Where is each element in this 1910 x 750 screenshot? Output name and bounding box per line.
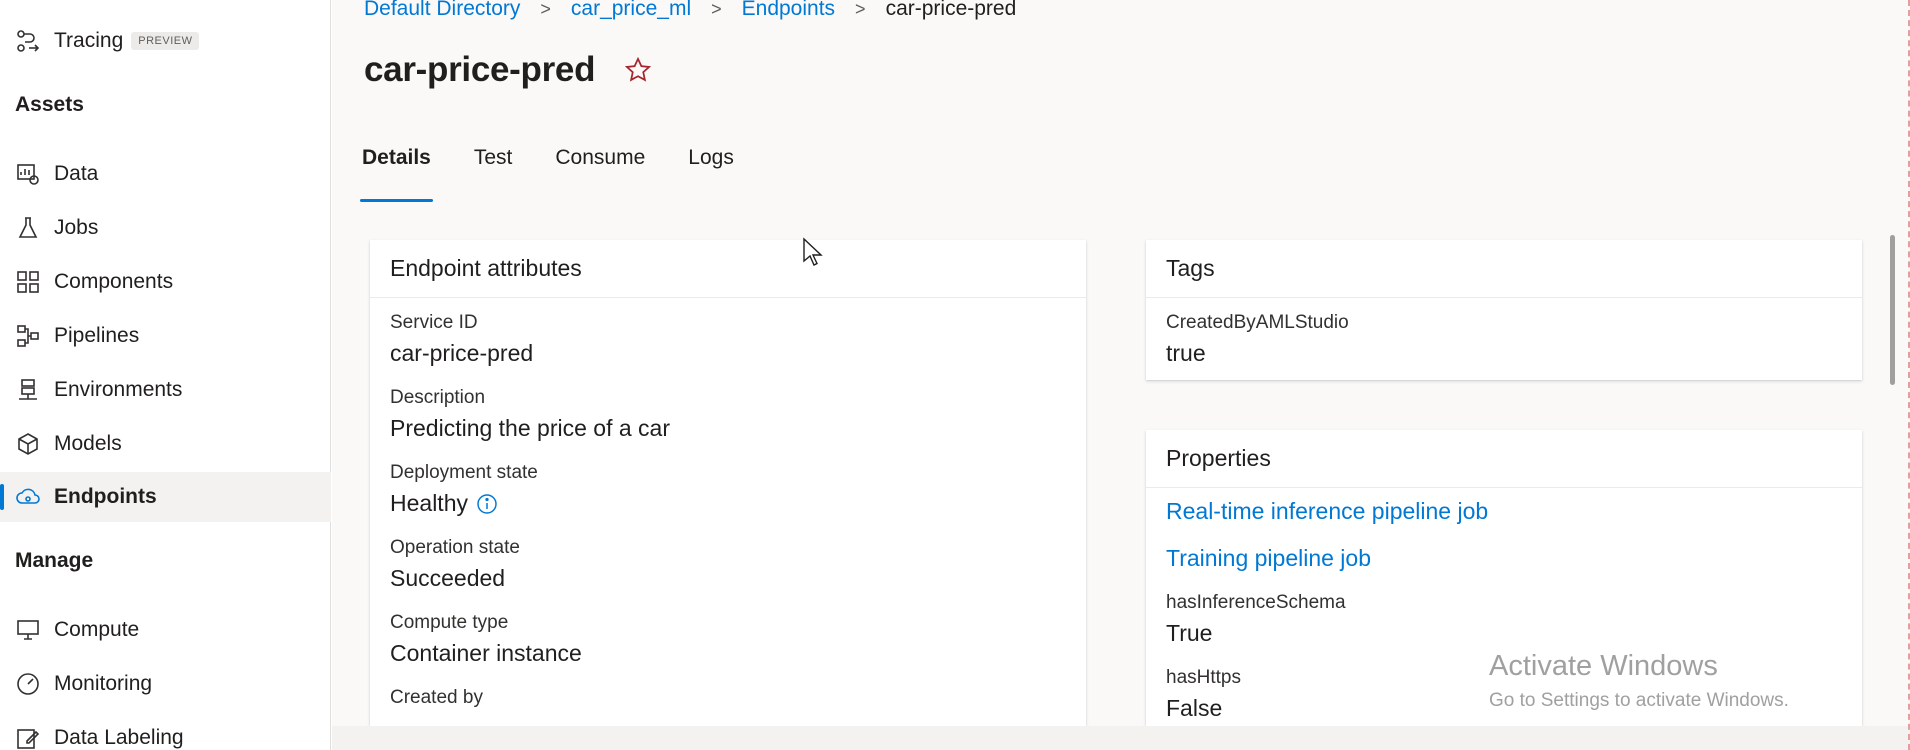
endpoint-attributes-card: Endpoint attributes Service ID car-price… xyxy=(370,240,1086,726)
tag-label: CreatedByAMLStudio xyxy=(1166,312,1349,333)
sidebar-item-environments[interactable]: Environments xyxy=(0,365,331,415)
field-created-by: Created by xyxy=(370,687,1086,709)
sidebar-item-models[interactable]: Models xyxy=(0,419,331,469)
breadcrumb-current: car-price-pred xyxy=(885,0,1017,20)
monitor-icon xyxy=(14,616,42,644)
section-title-assets: Assets xyxy=(15,93,84,116)
deployment-state-value: Healthy xyxy=(390,490,468,516)
cube-icon xyxy=(14,430,42,458)
breadcrumb: Default Directory > car_price_ml > Endpo… xyxy=(364,0,1016,24)
field-label: Compute type xyxy=(390,612,509,633)
page-title: car-price-pred xyxy=(364,50,596,89)
sidebar-item-endpoints[interactable]: Endpoints xyxy=(0,472,331,522)
chevron-right-icon: > xyxy=(540,0,551,19)
chevron-right-icon: > xyxy=(711,0,722,19)
training-pipeline-link[interactable]: Training pipeline job xyxy=(1166,545,1371,571)
flask-icon xyxy=(14,214,42,242)
field-value: Healthy xyxy=(390,490,1086,517)
sidebar-item-label: Models xyxy=(54,432,122,455)
tab-list: Details Test Consume Logs xyxy=(360,140,775,202)
field-label: hasInferenceSchema xyxy=(1166,592,1346,613)
sidebar-item-label: Compute xyxy=(54,618,140,641)
sidebar-item-data[interactable]: Data xyxy=(0,149,331,199)
field-label: Created by xyxy=(390,687,483,708)
tag-item: CreatedByAMLStudio true xyxy=(1146,312,1862,367)
scrollbar-thumb[interactable] xyxy=(1890,235,1895,385)
field-label: Service ID xyxy=(390,312,478,333)
horizontal-scroll-area xyxy=(332,726,1910,750)
field-label: Deployment state xyxy=(390,462,538,483)
data-icon xyxy=(14,160,42,188)
star-icon[interactable] xyxy=(624,56,652,84)
tag-value: true xyxy=(1166,340,1206,366)
card-title: Properties xyxy=(1146,430,1862,488)
tab-test[interactable]: Test xyxy=(472,140,515,190)
gauge-icon xyxy=(14,670,42,698)
sidebar: Tracing PREVIEW Assets Data Jobs Compone… xyxy=(0,0,331,750)
pipelines-icon xyxy=(14,322,42,350)
activate-windows-subtitle: Go to Settings to activate Windows. xyxy=(1489,690,1789,711)
tags-card: Tags CreatedByAMLStudio true xyxy=(1146,240,1862,380)
cloud-endpoint-icon xyxy=(14,483,42,511)
chevron-right-icon: > xyxy=(855,0,866,19)
property-link-row: Real-time inference pipeline job xyxy=(1146,498,1862,525)
field-operation-state: Operation state Succeeded xyxy=(370,537,1086,592)
sidebar-item-tracing[interactable]: Tracing PREVIEW xyxy=(0,16,331,66)
sidebar-item-label: Monitoring xyxy=(54,672,153,695)
preview-badge: PREVIEW xyxy=(131,32,200,50)
activate-windows-title: Activate Windows xyxy=(1489,650,1718,682)
sidebar-item-data-labeling[interactable]: Data Labeling xyxy=(0,713,331,750)
sidebar-item-pipelines[interactable]: Pipelines xyxy=(0,311,331,361)
mouse-cursor-icon xyxy=(802,237,824,267)
tab-logs[interactable]: Logs xyxy=(686,140,736,190)
sidebar-item-monitoring[interactable]: Monitoring xyxy=(0,659,331,709)
sidebar-item-label: Components xyxy=(54,270,174,293)
field-label: Operation state xyxy=(390,537,520,558)
sidebar-item-label: Endpoints xyxy=(54,485,157,508)
sidebar-item-compute[interactable]: Compute xyxy=(0,605,331,655)
field-value: Container instance xyxy=(390,640,582,666)
breadcrumb-link-workspace[interactable]: car_price_ml xyxy=(571,0,691,21)
components-icon xyxy=(14,268,42,296)
field-value: Predicting the price of a car xyxy=(390,415,670,441)
card-title: Tags xyxy=(1146,240,1862,298)
tab-consume[interactable]: Consume xyxy=(553,140,647,190)
sidebar-item-label: Tracing xyxy=(54,29,124,52)
sidebar-item-label: Pipelines xyxy=(54,324,140,347)
tracing-icon xyxy=(14,27,42,55)
field-value: Succeeded xyxy=(390,565,506,591)
sidebar-item-label: Jobs xyxy=(54,216,99,239)
field-has-inference-schema: hasInferenceSchema True xyxy=(1146,592,1862,647)
field-compute-type: Compute type Container instance xyxy=(370,612,1086,667)
section-title-manage: Manage xyxy=(15,549,94,572)
sidebar-item-label: Data Labeling xyxy=(54,726,184,749)
field-label: Description xyxy=(390,387,486,408)
sidebar-item-jobs[interactable]: Jobs xyxy=(0,203,331,253)
field-description: Description Predicting the price of a ca… xyxy=(370,387,1086,442)
main-content: Default Directory > car_price_ml > Endpo… xyxy=(332,0,1910,750)
field-service-id: Service ID car-price-pred xyxy=(370,312,1086,367)
sidebar-item-label: Data xyxy=(54,162,99,185)
field-deployment-state: Deployment state Healthy xyxy=(370,462,1086,517)
card-title: Endpoint attributes xyxy=(370,240,1086,298)
tab-details[interactable]: Details xyxy=(360,140,433,202)
sidebar-item-components[interactable]: Components xyxy=(0,257,331,307)
field-value: car-price-pred xyxy=(390,340,534,366)
breadcrumb-link-endpoints[interactable]: Endpoints xyxy=(742,0,835,21)
breadcrumb-link-directory[interactable]: Default Directory xyxy=(364,0,520,21)
edit-icon xyxy=(14,724,42,750)
environments-icon xyxy=(14,376,42,404)
info-icon[interactable] xyxy=(476,493,498,515)
field-value: True xyxy=(1166,620,1213,646)
inference-pipeline-link[interactable]: Real-time inference pipeline job xyxy=(1166,498,1488,524)
sidebar-item-label: Environments xyxy=(54,378,183,401)
property-link-row: Training pipeline job xyxy=(1146,545,1862,572)
